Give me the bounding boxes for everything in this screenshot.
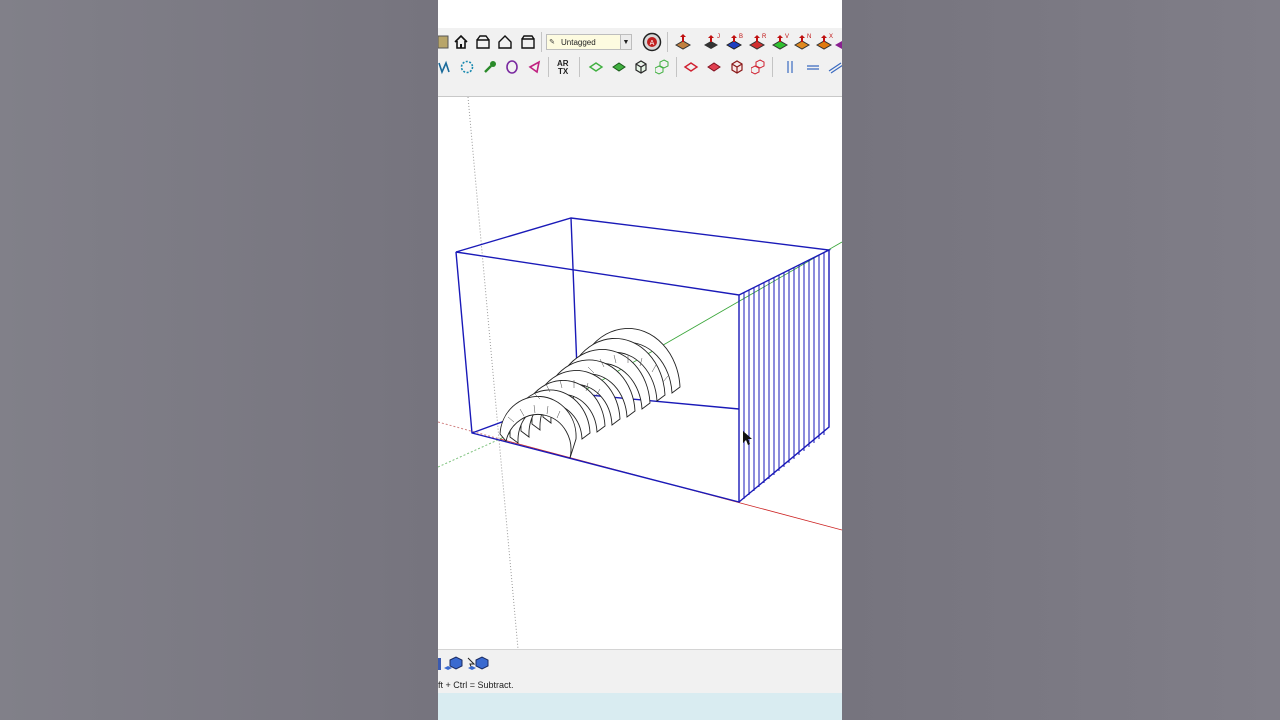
- section-b-icon[interactable]: B: [723, 31, 745, 53]
- red-arrow-icon[interactable]: [672, 31, 694, 53]
- shadow-globe-icon[interactable]: A: [641, 31, 663, 53]
- horizontal-lines-icon[interactable]: [802, 56, 824, 78]
- orange-n-icon[interactable]: N: [791, 31, 813, 53]
- arch-ribs: [499, 328, 681, 459]
- toolbar-row-2: AR TX: [438, 55, 842, 79]
- red-axis-line: [438, 421, 501, 440]
- toolbar-separator: [772, 57, 773, 77]
- ellipse-icon[interactable]: [501, 56, 523, 78]
- tool-mode-icons: [438, 654, 498, 674]
- purple-icon[interactable]: [834, 31, 842, 53]
- box-icon[interactable]: [517, 31, 539, 53]
- freehand-icon[interactable]: [524, 56, 546, 78]
- home-icon[interactable]: [450, 31, 472, 53]
- window-top-strip: [438, 0, 842, 28]
- cubes-red-icon[interactable]: [749, 56, 771, 78]
- status-bar: [438, 693, 842, 720]
- line-icon[interactable]: [438, 56, 456, 78]
- chevron-down-icon[interactable]: ▼: [620, 35, 631, 49]
- green-axis-line: [438, 438, 501, 468]
- cube-red-icon[interactable]: [726, 56, 748, 78]
- louvre-slats: [743, 253, 825, 499]
- model-drawing: [438, 97, 842, 649]
- section-r-icon[interactable]: R: [746, 31, 768, 53]
- svg-text:X: X: [829, 34, 833, 40]
- vertical-lines-icon[interactable]: [779, 56, 801, 78]
- green-v-icon[interactable]: V: [769, 31, 791, 53]
- artx-icon[interactable]: AR TX: [554, 56, 576, 78]
- svg-text:A: A: [650, 40, 655, 47]
- toolbar-area: ✎ Untagged ▼ A J B R V N X AR TX: [438, 28, 842, 97]
- diamond-outline-icon[interactable]: [585, 56, 607, 78]
- toolbar-separator: [579, 57, 580, 77]
- pencil-icon: ✎: [549, 39, 555, 46]
- bottom-tray: ft + Ctrl = Subtract.: [438, 649, 842, 694]
- blue-axis-line: [467, 97, 519, 649]
- svg-text:J: J: [717, 34, 720, 40]
- house-outline-icon[interactable]: [494, 31, 516, 53]
- circle-dots-icon[interactable]: [456, 56, 478, 78]
- toolbar-separator: [676, 57, 677, 77]
- open-box-icon[interactable]: [472, 31, 494, 53]
- tag-dropdown[interactable]: ✎ Untagged ▼: [546, 34, 632, 50]
- diamond-green-icon[interactable]: [608, 56, 630, 78]
- model-viewport[interactable]: [438, 97, 842, 649]
- toolbar-row-1: ✎ Untagged ▼ A J B R V N X: [438, 30, 842, 54]
- svg-text:TX: TX: [558, 67, 569, 76]
- cube-icon[interactable]: [630, 56, 652, 78]
- left-backdrop: [0, 0, 438, 720]
- diamond-red-outline-icon[interactable]: [680, 56, 702, 78]
- svg-text:B: B: [739, 34, 743, 40]
- cubes-icon[interactable]: [653, 56, 675, 78]
- toolbar-separator: [667, 32, 668, 52]
- tag-dropdown-value: Untagged: [561, 37, 596, 47]
- section-j-icon[interactable]: J: [700, 31, 722, 53]
- right-backdrop: [842, 0, 1280, 720]
- sketchup-window: ✎ Untagged ▼ A J B R V N X AR TX ft + Ct…: [438, 0, 842, 720]
- toolbar-separator: [548, 57, 549, 77]
- status-hint-text: ft + Ctrl = Subtract.: [438, 680, 514, 690]
- svg-text:N: N: [807, 34, 811, 40]
- diagonal-lines-icon[interactable]: [824, 56, 842, 78]
- diamond-red-icon[interactable]: [703, 56, 725, 78]
- toolbar-separator: [541, 32, 542, 52]
- svg-text:R: R: [762, 34, 767, 40]
- wrench-icon[interactable]: [479, 56, 501, 78]
- svg-text:V: V: [785, 34, 789, 40]
- orange-x-icon[interactable]: X: [813, 31, 835, 53]
